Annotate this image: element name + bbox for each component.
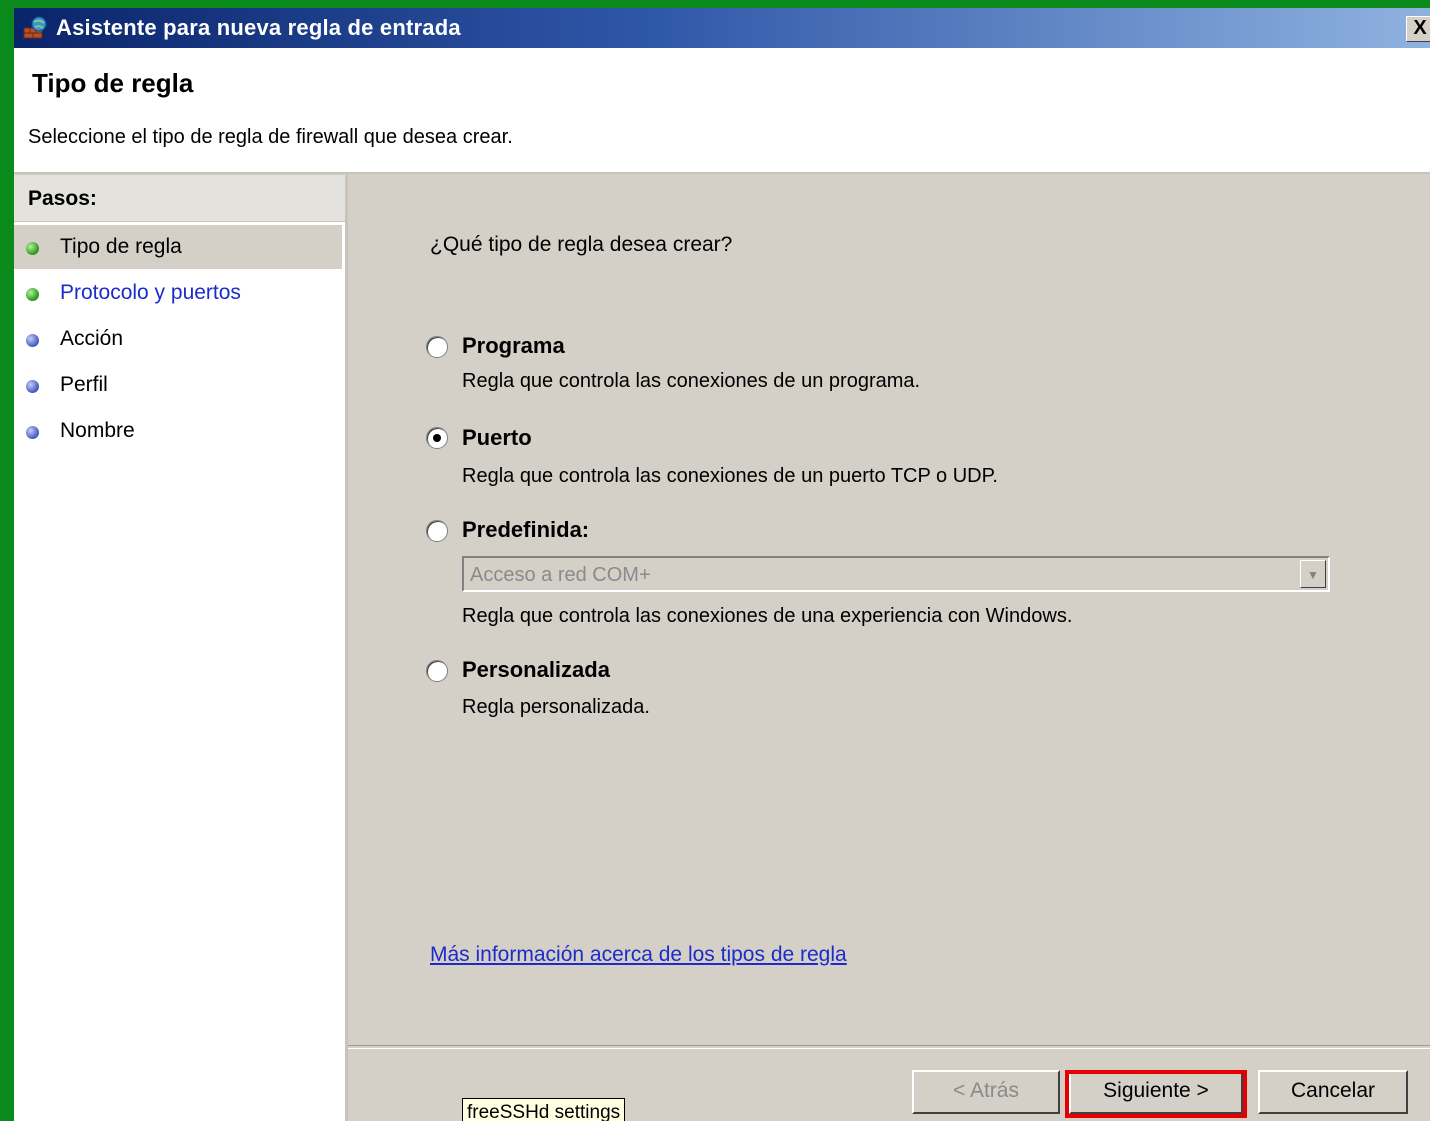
wizard-window: Asistente para nueva regla de entrada X …: [14, 8, 1430, 1121]
option-label-personalizada[interactable]: Personalizada: [462, 657, 610, 683]
radio-puerto[interactable]: [426, 427, 448, 449]
step-tipo-de-regla[interactable]: Tipo de regla: [14, 225, 342, 269]
close-button[interactable]: X: [1406, 16, 1430, 42]
radio-personalizada[interactable]: [426, 660, 448, 682]
back-button[interactable]: < Atrás: [912, 1070, 1060, 1114]
step-label: Nombre: [60, 419, 135, 442]
step-status-icon: [26, 426, 39, 439]
option-description-puerto: Regla que controla las conexiones de un …: [462, 465, 998, 487]
step-label[interactable]: Protocolo y puertos: [60, 281, 241, 305]
cancel-button[interactable]: Cancelar: [1258, 1070, 1408, 1114]
more-info-link[interactable]: Más información acerca de los tipos de r…: [430, 943, 847, 967]
step-status-icon: [26, 242, 39, 255]
firewall-icon: [23, 16, 47, 39]
step-status-icon: [26, 288, 39, 301]
step-label: Acción: [60, 327, 124, 350]
option-description-predefinida: Regla que controla las conexiones de una…: [462, 605, 1073, 627]
radio-programa[interactable]: [426, 336, 448, 358]
step-label: Tipo de regla: [60, 235, 182, 258]
option-label-puerto[interactable]: Puerto: [462, 425, 532, 451]
next-button-highlight: [1065, 1070, 1247, 1118]
page-title: Tipo de regla: [32, 68, 194, 98]
select-value: Acceso a red COM+: [470, 564, 651, 586]
step-status-icon: [26, 380, 39, 393]
tooltip: freeSSHd settings: [462, 1098, 626, 1121]
step-protocolo-y-puertos[interactable]: Protocolo y puertos: [14, 271, 342, 315]
steps-title: Pasos:: [28, 187, 97, 210]
page-description: Seleccione el tipo de regla de firewall …: [28, 126, 513, 148]
predefined-rule-select[interactable]: Acceso a red COM+ ▼: [462, 556, 1330, 592]
window-title: Asistente para nueva regla de entrada: [56, 15, 461, 40]
step-label: Perfil: [60, 373, 108, 396]
title-bar[interactable]: Asistente para nueva regla de entrada X: [14, 8, 1430, 48]
question-label: ¿Qué tipo de regla desea crear?: [430, 233, 733, 256]
page-header: Tipo de regla Seleccione el tipo de regl…: [14, 48, 1430, 174]
radio-predefinida[interactable]: [426, 520, 448, 542]
steps-panel: Pasos: Tipo de regla Protocolo y puertos…: [14, 175, 348, 1121]
footer-divider: [348, 1045, 1430, 1049]
chevron-down-icon[interactable]: ▼: [1300, 560, 1326, 588]
content-panel: ¿Qué tipo de regla desea crear? Programa…: [348, 175, 1430, 1045]
step-accion: Acción: [14, 317, 342, 361]
option-label-predefinida[interactable]: Predefinida:: [462, 517, 589, 543]
radio-selected-mark: [433, 434, 441, 442]
option-label-programa[interactable]: Programa: [462, 333, 565, 359]
step-perfil: Perfil: [14, 363, 342, 407]
steps-header: Pasos:: [14, 175, 345, 222]
step-nombre: Nombre: [14, 409, 342, 453]
step-status-icon: [26, 334, 39, 347]
option-description-programa: Regla que controla las conexiones de un …: [462, 370, 921, 392]
option-description-personalizada: Regla personalizada.: [462, 696, 650, 718]
